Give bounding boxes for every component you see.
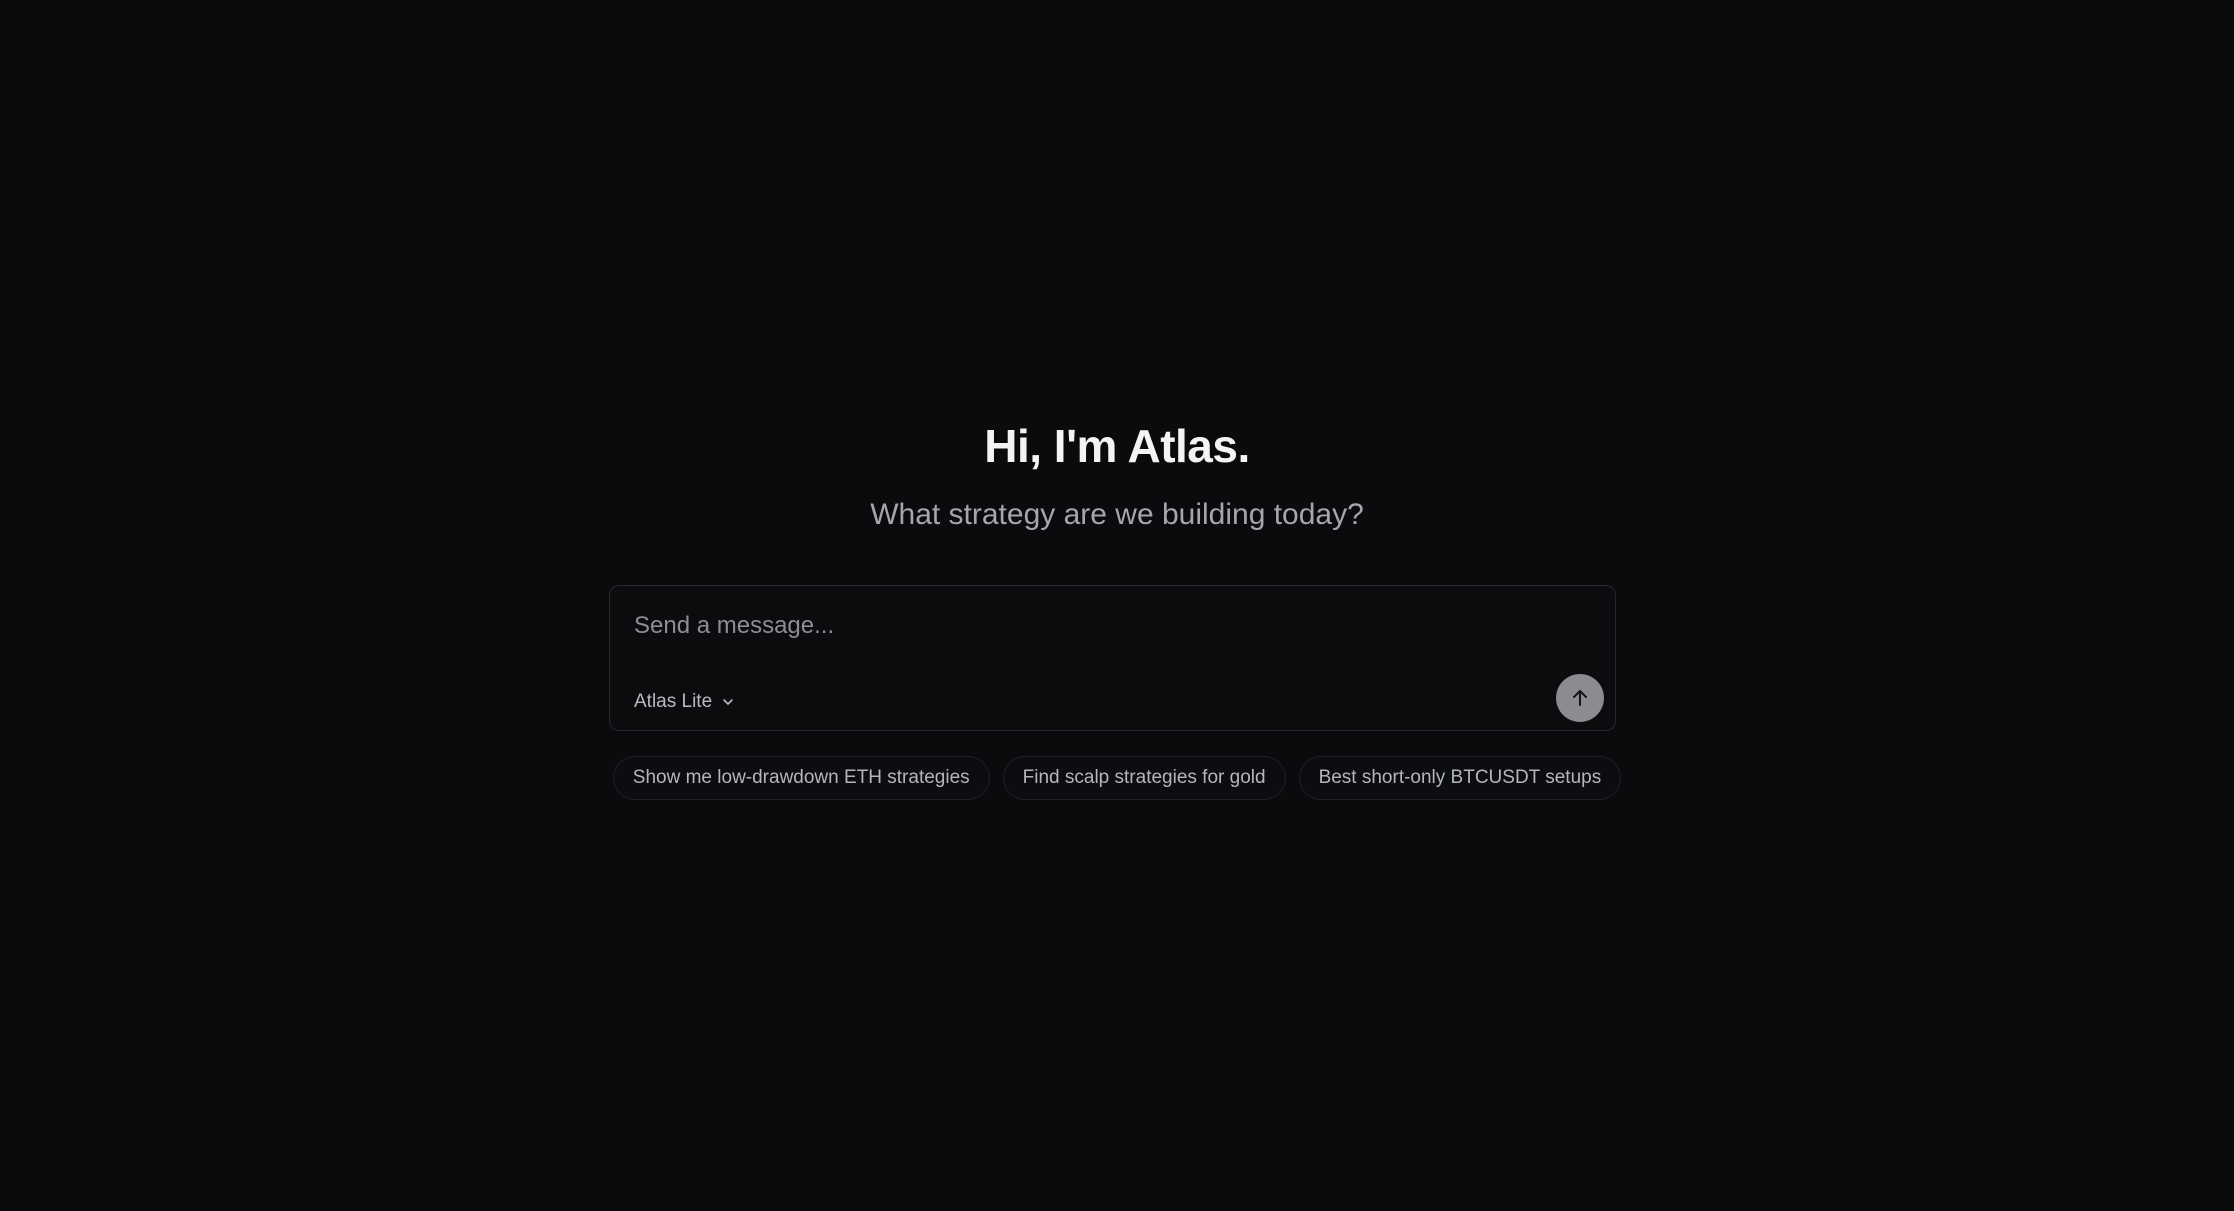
suggestion-chip[interactable]: Find scalp strategies for gold xyxy=(1002,756,1286,800)
suggestion-chip[interactable]: Best short-only BTCUSDT setups xyxy=(1298,756,1622,800)
send-button[interactable] xyxy=(1556,674,1604,722)
message-input[interactable] xyxy=(634,606,1574,646)
hero-section: Hi, I'm Atlas. What strategy are we buil… xyxy=(0,410,2234,540)
message-composer: Atlas Lite xyxy=(609,585,1616,731)
chevron-down-icon xyxy=(723,699,733,705)
model-selector[interactable]: Atlas Lite xyxy=(634,685,736,719)
suggestion-chip[interactable]: Show me low-drawdown ETH strategies xyxy=(612,756,990,800)
greeting-heading: Hi, I'm Atlas. xyxy=(984,420,1250,472)
suggestion-chips: Show me low-drawdown ETH strategies Find… xyxy=(0,756,2234,800)
greeting-subtitle: What strategy are we building today? xyxy=(870,498,1364,531)
chat-landing-page: Hi, I'm Atlas. What strategy are we buil… xyxy=(0,0,2234,1211)
arrow-up-icon xyxy=(1573,690,1587,706)
model-selector-label: Atlas Lite xyxy=(634,691,713,712)
